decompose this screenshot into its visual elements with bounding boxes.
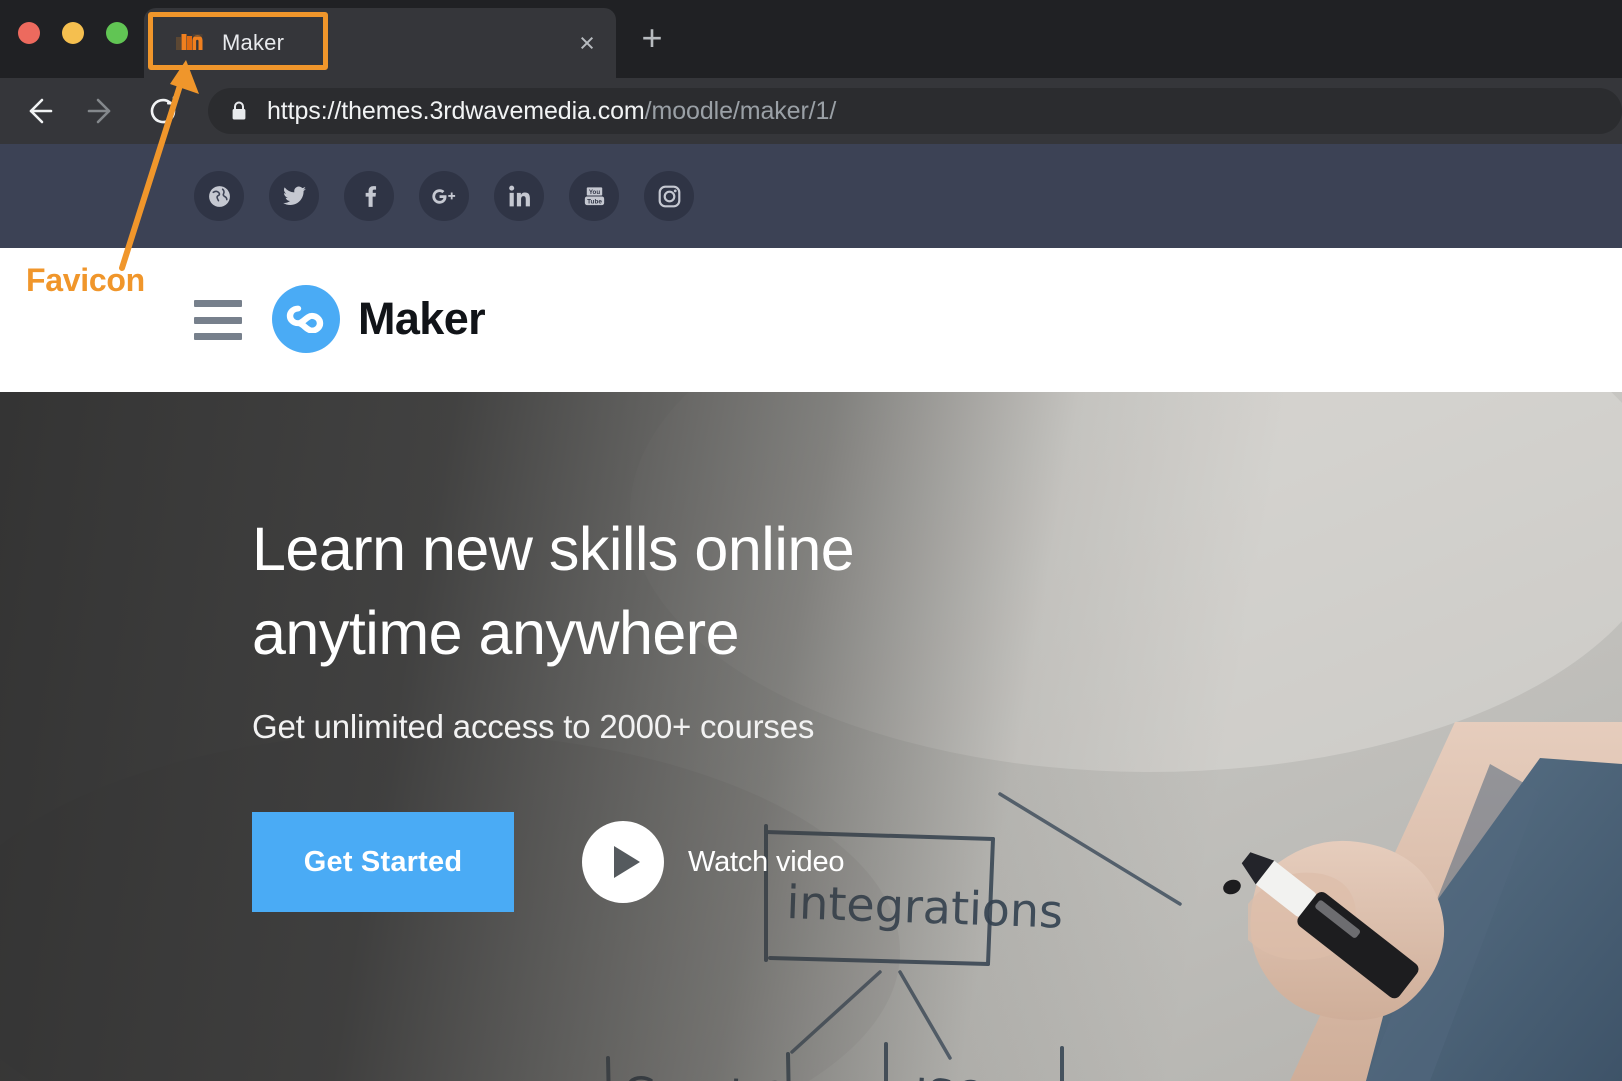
hero-title-line-1: Learn new skills online — [252, 515, 855, 583]
browser-window: Maker × + https://themes.3rdwavemedia.co… — [0, 0, 1622, 1081]
social-bar: You Tube — [0, 144, 1622, 248]
instagram-icon[interactable] — [644, 171, 694, 221]
close-tab-button[interactable]: × — [562, 8, 612, 78]
forward-button[interactable] — [72, 78, 130, 144]
youtube-icon[interactable]: You Tube — [569, 171, 619, 221]
minimize-window-button[interactable] — [62, 22, 84, 44]
svg-text:You: You — [588, 188, 599, 195]
globe-icon[interactable] — [194, 171, 244, 221]
hero-actions: Get Started Watch video — [252, 812, 1072, 913]
infinity-logo-icon — [272, 285, 340, 353]
back-arrow-icon — [29, 98, 53, 124]
hamburger-icon[interactable] — [194, 300, 242, 340]
hamburger-bar — [194, 316, 242, 324]
back-button[interactable] — [10, 78, 68, 144]
address-bar[interactable]: https://themes.3rdwavemedia.com/moodle/m… — [208, 88, 1622, 134]
brand-logo[interactable]: Maker — [272, 285, 486, 353]
svg-text:Tube: Tube — [587, 198, 602, 205]
window-controls — [18, 22, 128, 44]
maximize-window-button[interactable] — [106, 22, 128, 44]
new-tab-button[interactable]: + — [628, 14, 676, 62]
social-links: You Tube — [194, 144, 694, 248]
hamburger-bar — [194, 300, 242, 307]
hero-title-line-2: anytime anywhere — [252, 598, 740, 667]
moodle-favicon — [176, 30, 206, 58]
url-path: /moodle/maker/1/ — [644, 96, 837, 125]
hamburger-bar — [194, 333, 242, 340]
url-origin: https://themes.3rdwavemedia.com — [267, 96, 645, 125]
brand-name: Maker — [358, 293, 486, 344]
twitter-icon[interactable] — [269, 171, 319, 221]
reload-arrow-icon — [150, 96, 176, 124]
site-header: Maker — [0, 248, 1622, 392]
annotation-label: Favicon — [26, 262, 145, 298]
reload-button[interactable] — [134, 78, 192, 144]
close-window-button[interactable] — [18, 22, 40, 44]
hero-title: Learn new skills online anytime anywhere — [252, 508, 1072, 675]
google-plus-icon[interactable] — [419, 171, 469, 221]
forward-arrow-icon — [87, 98, 111, 124]
hero-subtitle: Get unlimited access to 2000+ courses — [252, 708, 815, 746]
get-started-button[interactable]: Get Started — [252, 812, 514, 913]
watch-video-button[interactable]: Watch video — [582, 821, 845, 904]
hero-section: integrations GraphQL JSON API — [0, 392, 1622, 1081]
linkedin-icon[interactable] — [494, 171, 544, 221]
lock-icon — [231, 101, 247, 121]
tab-title: Maker — [222, 30, 285, 55]
watch-video-label: Watch video — [688, 845, 845, 878]
url-text: https://themes.3rdwavemedia.com/moodle/m… — [267, 97, 836, 126]
omnibox-toolbar: https://themes.3rdwavemedia.com/moodle/m… — [0, 78, 1622, 144]
facebook-icon[interactable] — [344, 171, 394, 221]
hero-content: Learn new skills online anytime anywhere… — [252, 508, 1072, 913]
play-icon — [582, 821, 664, 904]
tab-strip: Maker × + — [0, 0, 1622, 78]
browser-tab[interactable]: Maker × — [144, 8, 616, 78]
